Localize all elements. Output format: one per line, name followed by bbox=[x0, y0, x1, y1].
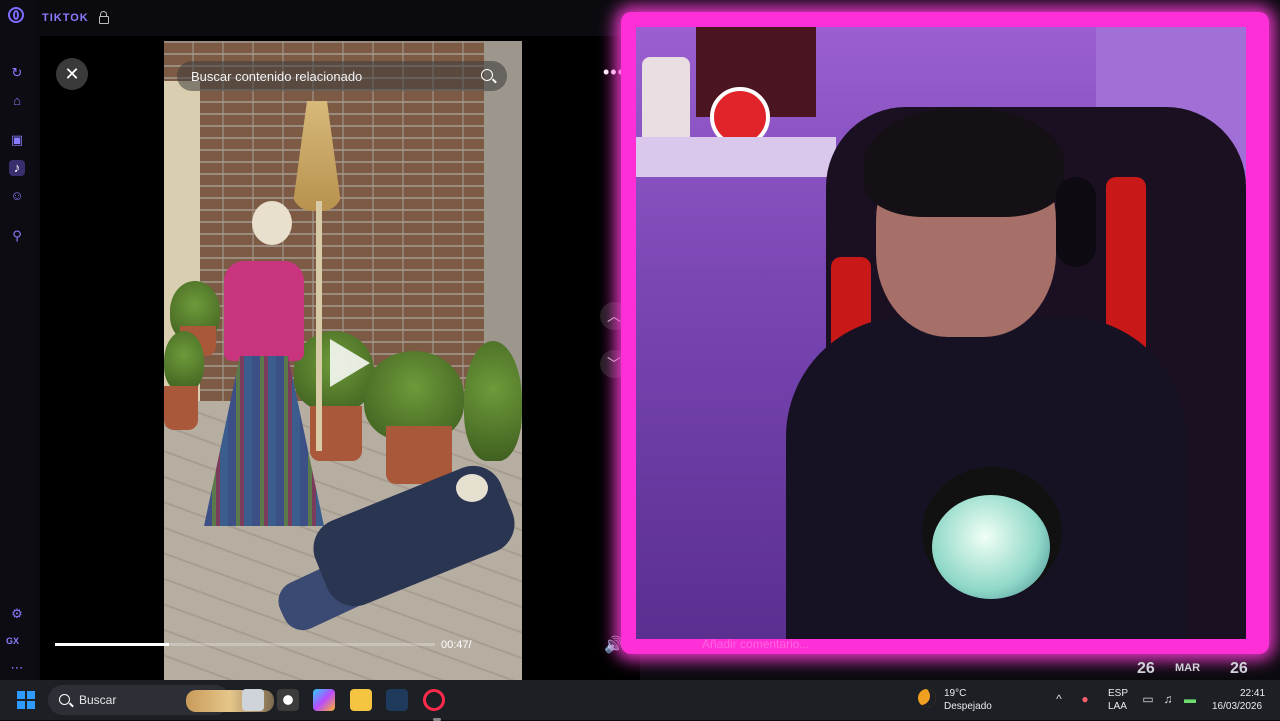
video-time: 00:47/ bbox=[441, 639, 472, 651]
clock-time[interactable]: 22:41 bbox=[1240, 688, 1265, 699]
video-frame-plant bbox=[164, 331, 204, 391]
video-frame-skeleton-head bbox=[252, 201, 292, 245]
keyboard-layout[interactable]: LAA bbox=[1108, 701, 1127, 712]
weather-description[interactable]: Despejado bbox=[944, 701, 992, 712]
microphone-icon[interactable]: ● bbox=[1078, 692, 1092, 706]
history-icon[interactable]: ↻ bbox=[9, 65, 25, 81]
steam-icon[interactable] bbox=[386, 689, 408, 711]
video-frame-pot bbox=[164, 386, 198, 430]
webcam-headset bbox=[1056, 177, 1096, 267]
taskbar-search-box[interactable]: Buscar bbox=[48, 685, 274, 715]
play-icon[interactable] bbox=[330, 339, 370, 387]
opera-gx-logo-icon[interactable] bbox=[8, 7, 24, 23]
twitch-icon[interactable]: ▣ bbox=[9, 132, 25, 148]
weather-temperature[interactable]: 19°C bbox=[944, 688, 966, 699]
discord-icon[interactable]: ☺ bbox=[9, 188, 25, 204]
gx-control-icon[interactable]: ⚙ bbox=[9, 606, 25, 622]
webcam-microphone-light bbox=[932, 495, 1050, 599]
taskbar-search-label: Buscar bbox=[79, 693, 117, 707]
panel-title: TIKTOK bbox=[42, 12, 89, 24]
overlay-date-right: 26 bbox=[1230, 660, 1248, 677]
related-search-placeholder: Buscar contenido relacionado bbox=[191, 69, 363, 84]
comment-input[interactable]: Añadir comentario... bbox=[702, 637, 809, 651]
obs-icon[interactable] bbox=[277, 689, 299, 711]
overlay-month: MAR bbox=[1175, 662, 1201, 674]
copilot-icon[interactable] bbox=[313, 689, 335, 711]
volume-icon[interactable]: ♫ bbox=[1161, 692, 1175, 706]
overlay-date-left: 26 bbox=[1137, 660, 1155, 677]
video-frame-broom-stick bbox=[316, 201, 322, 451]
tiktok-icon[interactable]: ♪ bbox=[9, 160, 25, 176]
pin-icon[interactable]: ⚲ bbox=[9, 228, 25, 244]
webcam-shelf bbox=[636, 137, 836, 177]
video-player[interactable]: Buscar contenido relacionado bbox=[164, 41, 522, 680]
more-icon[interactable]: ⋯ bbox=[9, 660, 25, 676]
browser-sidebar: ↻ ⌂ ▣ ♪ ☺ ⚲ ⚙ GX ⋯ bbox=[0, 0, 36, 680]
language-code[interactable]: ESP bbox=[1108, 688, 1128, 699]
close-button[interactable]: ✕ bbox=[56, 58, 88, 90]
opera-gx-taskbar-icon[interactable] bbox=[423, 689, 445, 721]
chevron-up-icon[interactable]: ^ bbox=[1052, 692, 1066, 706]
webcam-person-hair bbox=[864, 107, 1064, 217]
webcam-feed bbox=[636, 27, 1246, 639]
file-explorer-icon[interactable] bbox=[350, 689, 372, 711]
video-frame-plant bbox=[464, 341, 522, 461]
webcam-candle bbox=[642, 57, 690, 147]
lock-icon[interactable] bbox=[99, 11, 109, 24]
weather-moon-icon[interactable] bbox=[918, 689, 936, 707]
battery-icon[interactable]: ▬ bbox=[1183, 692, 1197, 706]
network-icon[interactable]: ▭ bbox=[1141, 692, 1155, 706]
video-progress-bar[interactable] bbox=[55, 643, 435, 646]
related-search-bar[interactable]: Buscar contenido relacionado bbox=[177, 61, 507, 91]
search-icon[interactable] bbox=[481, 69, 493, 81]
windows-start-icon[interactable] bbox=[17, 691, 35, 709]
video-frame-figure-head bbox=[456, 474, 488, 502]
browser-panel-header: TIKTOK bbox=[36, 0, 616, 36]
gx-corner-label[interactable]: GX bbox=[6, 636, 19, 646]
extensions-icon[interactable]: ⌂ bbox=[9, 93, 25, 109]
windows-taskbar: Buscar 19°C Despejado ^ ● ESP LAA ▭ ♫ ▬ … bbox=[0, 680, 1280, 721]
video-frame-skeleton-blouse bbox=[224, 261, 304, 361]
clock-date[interactable]: 16/03/2026 bbox=[1212, 701, 1262, 712]
video-progress-fill bbox=[55, 643, 169, 646]
task-view-icon[interactable] bbox=[242, 689, 264, 711]
search-icon bbox=[59, 694, 70, 705]
